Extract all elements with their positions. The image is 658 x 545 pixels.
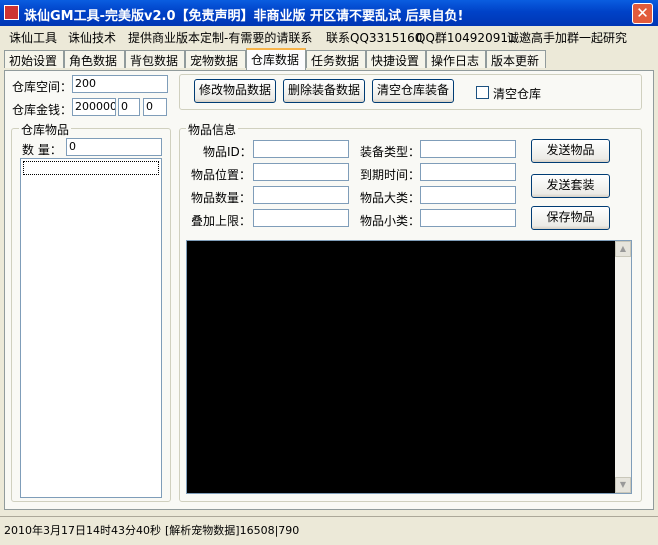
item-qty-label: 物品数量：	[191, 191, 252, 205]
warehouse-items-title: 仓库物品	[19, 121, 72, 138]
scroll-up-icon[interactable]: ▲	[615, 241, 631, 257]
warehouse-space-input[interactable]: 200	[72, 75, 168, 93]
item-major-input[interactable]	[420, 186, 516, 204]
menu-bar: 诛仙工具 诛仙技术 提供商业版本定制-有需要的请联系 联系QQ3315160 Q…	[0, 26, 658, 46]
clear-warehouse-checkbox[interactable]	[476, 86, 489, 99]
item-minor-input[interactable]	[420, 209, 516, 227]
tab-task[interactable]: 任务数据	[306, 50, 366, 68]
item-info-title: 物品信息	[186, 121, 239, 138]
tab-bag[interactable]: 背包数据	[125, 50, 185, 68]
warehouse-money-input-2[interactable]: 0	[118, 98, 140, 116]
tab-update[interactable]: 版本更新	[486, 50, 546, 68]
tab-role[interactable]: 角色数据	[64, 50, 125, 68]
warehouse-money-label: 仓库金钱：	[12, 103, 73, 117]
item-count-label: 数 量：	[22, 143, 62, 157]
menu-item-qqgroup[interactable]: QQ群104920911	[416, 29, 516, 46]
send-set-button[interactable]: 发送套装	[531, 174, 610, 198]
warehouse-money-input-3[interactable]: 0	[143, 98, 167, 116]
window-title: 诛仙GM工具-完美版v2.0【免责声明】非商业版 开区请不要乱试 后果自负!	[24, 9, 464, 24]
item-id-label: 物品ID：	[203, 145, 252, 159]
console-scrollbar[interactable]: ▲ ▼	[615, 241, 631, 493]
save-item-button[interactable]: 保存物品	[531, 206, 610, 230]
status-bar: 2010年3月17日14时43分40秒 [解析宠物数据]16508|790	[0, 516, 658, 539]
equip-type-input[interactable]	[420, 140, 516, 158]
item-minor-label: 物品小类：	[360, 214, 421, 228]
tab-log[interactable]: 操作日志	[426, 50, 486, 68]
warehouse-space-label: 仓库空间：	[12, 80, 73, 94]
delete-equip-button[interactable]: 删除装备数据	[283, 79, 365, 103]
status-datetime: 2010年3月17日14时43分40秒	[4, 524, 161, 537]
item-stack-label: 叠加上限：	[191, 214, 252, 228]
scroll-down-icon[interactable]: ▼	[615, 477, 631, 493]
equip-type-label: 装备类型：	[360, 145, 421, 159]
item-pos-input[interactable]	[253, 163, 349, 181]
send-item-button[interactable]: 发送物品	[531, 139, 610, 163]
menu-item-custom[interactable]: 提供商业版本定制-有需要的请联系	[128, 29, 312, 46]
item-data-console[interactable]: ▲ ▼	[186, 240, 632, 494]
item-count-input[interactable]: 0	[66, 138, 162, 156]
status-message: [解析宠物数据]16508|790	[165, 524, 300, 537]
menu-item-tools[interactable]: 诛仙工具	[9, 29, 57, 46]
item-stack-input[interactable]	[253, 209, 349, 227]
tab-init[interactable]: 初始设置	[4, 50, 64, 68]
item-major-label: 物品大类：	[360, 191, 421, 205]
close-icon: ✕	[636, 4, 649, 22]
item-qty-input[interactable]	[253, 186, 349, 204]
close-button[interactable]: ✕	[632, 3, 653, 24]
item-pos-label: 物品位置：	[191, 168, 252, 182]
list-item[interactable]	[23, 161, 159, 175]
expire-time-label: 到期时间：	[360, 168, 421, 182]
menu-item-tech[interactable]: 诛仙技术	[68, 29, 116, 46]
tab-strip: 初始设置 角色数据 背包数据 宠物数据 仓库数据 任务数据 快捷设置 操作日志 …	[4, 48, 654, 70]
app-icon	[4, 5, 19, 20]
expire-time-input[interactable]	[420, 163, 516, 181]
main-window: 诛仙GM工具-完美版v2.0【免责声明】非商业版 开区请不要乱试 后果自负! ✕…	[0, 0, 658, 545]
menu-item-qq[interactable]: 联系QQ3315160	[326, 29, 422, 46]
warehouse-item-list[interactable]	[20, 158, 162, 498]
tab-warehouse[interactable]: 仓库数据	[246, 48, 306, 70]
tab-pet[interactable]: 宠物数据	[185, 50, 246, 68]
modify-item-button[interactable]: 修改物品数据	[194, 79, 276, 103]
warehouse-money-input[interactable]: 200000	[72, 98, 116, 116]
clear-warehouse-label: 清空仓库	[493, 87, 542, 101]
menu-item-invite[interactable]: 诚邀高手加群一起研究	[507, 29, 627, 46]
title-bar: 诛仙GM工具-完美版v2.0【免责声明】非商业版 开区请不要乱试 后果自负! ✕	[0, 0, 658, 26]
clear-equip-button[interactable]: 清空仓库装备	[372, 79, 454, 103]
item-id-input[interactable]	[253, 140, 349, 158]
tab-shortcut[interactable]: 快捷设置	[366, 50, 426, 68]
